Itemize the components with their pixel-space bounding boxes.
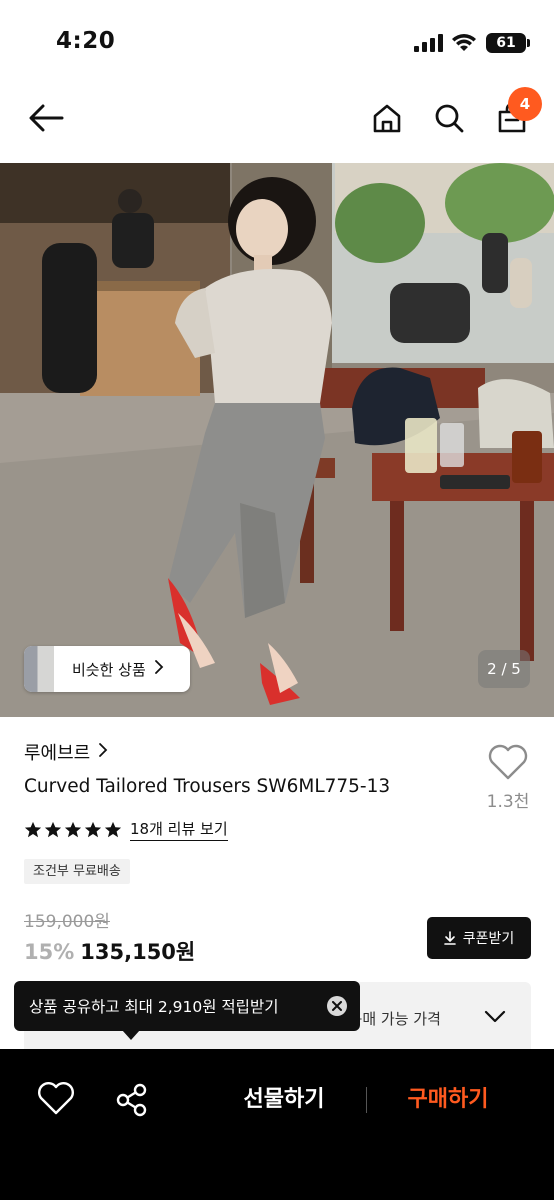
review-link[interactable]: 18개 리뷰 보기 <box>130 818 228 841</box>
rating-stars <box>24 821 122 839</box>
star-icon <box>24 821 42 837</box>
gift-button[interactable]: 선물하기 <box>228 1079 340 1121</box>
product-photo <box>0 163 554 717</box>
similar-product-thumbnail <box>24 646 54 692</box>
signal-icon <box>414 34 444 52</box>
price-row: 15% 135,150원 <box>24 936 195 966</box>
tooltip-text: 상품 공유하고 최대 2,910원 적립받기 <box>29 998 279 1016</box>
like-count: 1.3천 <box>486 792 530 812</box>
coupon-label: 쿠폰받기 <box>462 931 515 947</box>
chevron-down-icon[interactable] <box>484 1008 506 1024</box>
brand-name: 루에브르 <box>24 743 91 764</box>
product-title: Curved Tailored Trousers SW6ML775-13 <box>24 776 391 797</box>
battery-icon: 61 <box>486 33 530 53</box>
search-icon <box>435 104 464 133</box>
similar-products-label: 비슷한 상품 <box>72 660 146 679</box>
divider <box>366 1087 367 1113</box>
image-page-indicator: 2 / 5 <box>478 650 530 688</box>
search-button[interactable] <box>427 96 471 140</box>
close-icon[interactable] <box>327 996 347 1016</box>
original-price: 159,000원 <box>24 912 110 932</box>
bottom-action-bar: 선물하기 구매하기 <box>0 1049 554 1200</box>
like-heart-icon[interactable] <box>486 742 530 782</box>
star-icon <box>64 821 82 837</box>
tooltip-arrow <box>122 1030 140 1040</box>
home-button[interactable] <box>365 96 409 140</box>
cart-count-badge: 4 <box>508 87 542 121</box>
heart-icon[interactable] <box>36 1079 76 1119</box>
brand-link[interactable]: 루에브르 <box>24 739 108 765</box>
nav-bar: 4 <box>0 87 554 163</box>
back-button[interactable] <box>24 96 68 140</box>
buy-button[interactable]: 구매하기 <box>392 1079 504 1121</box>
final-price: 135,150원 <box>80 940 196 964</box>
shipping-badge: 조건부 무료배송 <box>24 859 130 884</box>
back-arrow-icon <box>29 104 64 132</box>
rating-row: 18개 리뷰 보기 <box>24 818 228 841</box>
status-bar: 4:20 61 <box>0 0 554 88</box>
star-icon <box>44 821 62 837</box>
chevron-right-icon <box>154 660 164 678</box>
discount-rate: 15% <box>24 940 75 964</box>
wifi-icon <box>452 34 476 51</box>
download-icon <box>443 931 456 945</box>
chevron-right-icon <box>98 742 108 762</box>
product-image-carousel[interactable]: 비슷한 상품 2 / 5 <box>0 163 554 717</box>
home-icon <box>373 104 401 133</box>
status-time: 4:20 <box>56 28 116 54</box>
star-icon <box>104 821 122 837</box>
share-icon[interactable] <box>111 1079 151 1119</box>
coupon-button[interactable]: 쿠폰받기 <box>427 917 531 959</box>
share-reward-tooltip: 상품 공유하고 최대 2,910원 적립받기 <box>14 981 360 1031</box>
star-icon <box>84 821 102 837</box>
similar-products-button[interactable]: 비슷한 상품 <box>24 646 190 692</box>
